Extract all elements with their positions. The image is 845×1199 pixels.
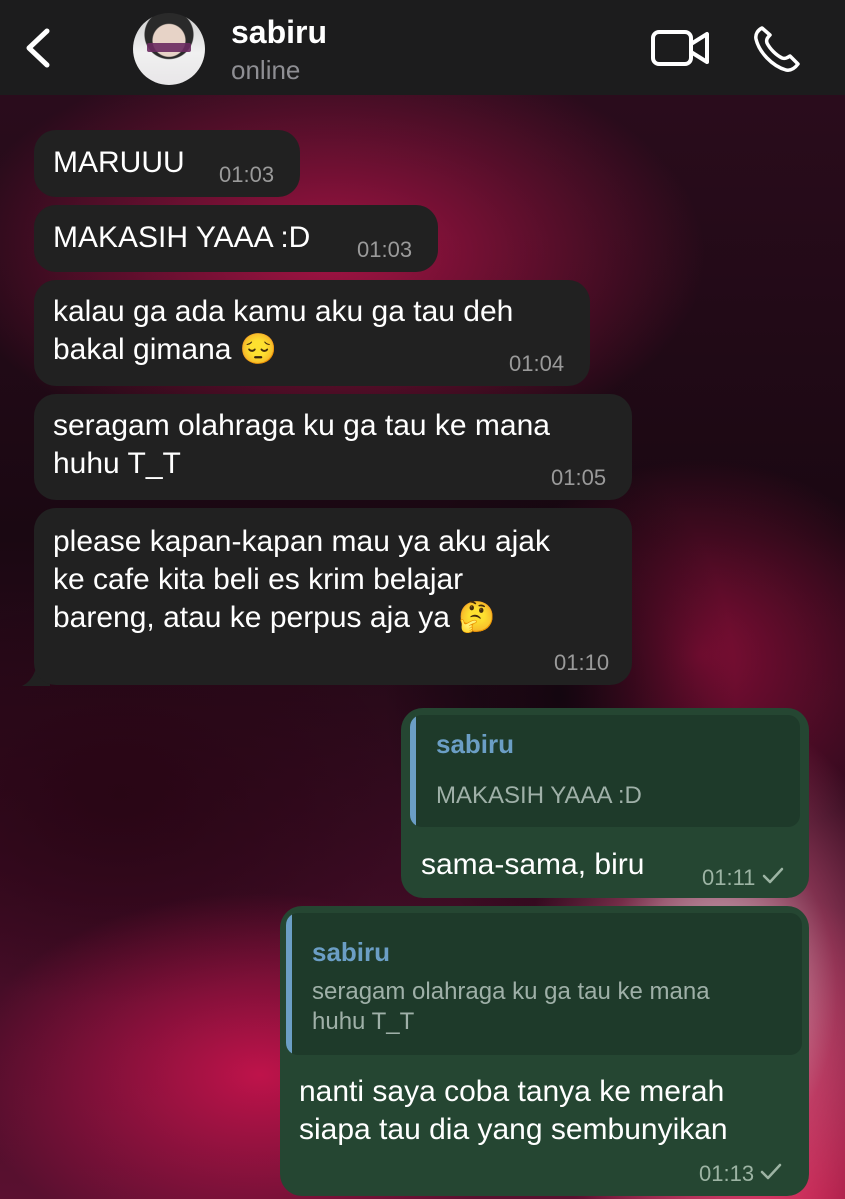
message-text: please kapan-kapan mau ya aku ajak ke ca… (53, 525, 550, 634)
reply-quote-accent (286, 913, 292, 1055)
reply-quote[interactable]: sabiru seragam olahraga ku ga tau ke man… (286, 913, 802, 1055)
message-bubble-incoming[interactable]: seragam olahraga ku ga tau ke mana huhu … (34, 394, 632, 500)
chat-header: sabiru online (0, 0, 845, 95)
chevron-left-icon (26, 28, 50, 68)
contact-name[interactable]: sabiru (231, 14, 327, 51)
reply-quote-author: sabiru (312, 937, 391, 967)
sent-check-icon (762, 867, 784, 884)
contact-status: online (231, 55, 301, 85)
message-text: nanti saya coba tanya ke merah siapa tau… (299, 1075, 728, 1146)
message-time: 01:04 (509, 351, 565, 376)
reply-quote-author: sabiru (436, 729, 515, 759)
contact-avatar[interactable] (133, 13, 205, 85)
video-call-button[interactable] (650, 26, 712, 70)
sent-check-icon (760, 1163, 782, 1180)
message-bubble-outgoing[interactable]: sabiru MAKASIH YAAA :D sama-sama, biru 0… (401, 708, 809, 898)
message-text: MARUUU (53, 146, 185, 179)
reply-quote-text: seragam olahraga ku ga tau ke mana huhu … (312, 978, 710, 1035)
message-bubble-incoming[interactable]: MAKASIH YAAA :D 01:03 (34, 205, 438, 272)
reply-quote[interactable]: sabiru MAKASIH YAAA :D (410, 715, 800, 827)
message-text: seragam olahraga ku ga tau ke mana huhu … (53, 409, 550, 480)
reply-quote-accent (410, 715, 416, 827)
message-text: kalau ga ada kamu aku ga tau deh bakal g… (53, 295, 514, 366)
message-time: 01:10 (554, 650, 610, 675)
message-text: MAKASIH YAAA :D (53, 221, 311, 254)
message-time: 01:13 (699, 1161, 755, 1186)
reply-quote-text: MAKASIH YAAA :D (436, 782, 642, 809)
voice-call-button[interactable] (752, 24, 804, 74)
message-time: 01:03 (219, 162, 275, 187)
phone-icon (754, 26, 800, 72)
message-bubble-outgoing[interactable]: sabiru seragam olahraga ku ga tau ke man… (280, 906, 809, 1196)
back-button[interactable] (18, 28, 58, 68)
message-bubble-incoming[interactable]: kalau ga ada kamu aku ga tau deh bakal g… (34, 280, 590, 386)
message-time: 01:05 (551, 465, 607, 490)
message-bubble-incoming[interactable]: MARUUU 01:03 (34, 130, 300, 197)
message-time: 01:11 (702, 865, 756, 890)
message-time: 01:03 (357, 237, 413, 262)
message-text: sama-sama, biru (421, 848, 645, 881)
video-camera-icon (651, 30, 709, 66)
message-bubble-incoming[interactable]: please kapan-kapan mau ya aku ajak ke ca… (34, 508, 632, 685)
